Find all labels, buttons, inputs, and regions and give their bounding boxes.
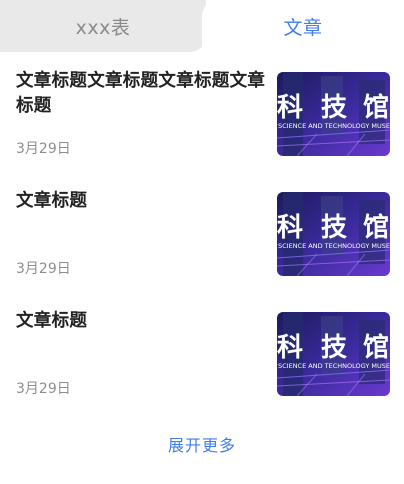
article-item[interactable]: 文章标题 3月29日 科 技 馆 SCIENCE AND TECHNOLOGY … — [0, 172, 404, 277]
thumb-glyph-2: 技 — [321, 333, 347, 363]
app-screen: xxx表 文章 文章标题文章标题文章标题文章标题 3月29日 科 技 馆 SCI… — [0, 0, 404, 484]
article-title: 文章标题 — [16, 191, 88, 211]
article-thumbnail: 科 技 馆 SCIENCE AND TECHNOLOGY MUSEUM — [277, 72, 390, 156]
thumbnail-image: 科 技 馆 SCIENCE AND TECHNOLOGY MUSEUM — [277, 72, 390, 156]
thumb-glyph-1: 科 — [277, 333, 303, 363]
article-title: 文章标题 — [16, 311, 88, 331]
thumb-subtext: SCIENCE AND TECHNOLOGY MUSEUM — [278, 122, 390, 130]
article-item[interactable]: 文章标题文章标题文章标题文章标题 3月29日 科 技 馆 SCIENCE AND… — [0, 52, 404, 157]
tab-bar: xxx表 文章 — [0, 0, 404, 52]
article-date: 3月29日 — [16, 261, 71, 277]
thumbnail-image: 科 技 馆 SCIENCE AND TECHNOLOGY MUSEUM — [277, 192, 390, 276]
thumbnail-image: 科 技 馆 SCIENCE AND TECHNOLOGY MUSEUM — [277, 312, 390, 396]
thumb-glyph-1: 科 — [277, 93, 303, 123]
thumb-glyph-2: 技 — [321, 213, 347, 243]
article-date: 3月29日 — [16, 141, 71, 157]
thumb-glyph-3: 馆 — [363, 212, 389, 243]
tab-xxx-table[interactable]: xxx表 — [0, 0, 206, 52]
thumb-glyph-3: 馆 — [363, 92, 389, 123]
article-title: 文章标题文章标题文章标题文章标题 — [16, 71, 266, 116]
tab-articles[interactable]: 文章 — [202, 0, 404, 52]
expand-more-button[interactable]: 展开更多 — [0, 432, 404, 456]
thumb-glyph-2: 技 — [321, 93, 347, 123]
thumb-subtext: SCIENCE AND TECHNOLOGY MUSEUM — [278, 362, 390, 370]
article-thumbnail: 科 技 馆 SCIENCE AND TECHNOLOGY MUSEUM — [277, 312, 390, 396]
article-item[interactable]: 文章标题 3月29日 科 技 馆 SCIENCE AND TECHNOLOGY … — [0, 292, 404, 397]
thumb-glyph-1: 科 — [277, 213, 303, 243]
article-date: 3月29日 — [16, 381, 71, 397]
thumb-glyph-3: 馆 — [363, 332, 389, 363]
article-thumbnail: 科 技 馆 SCIENCE AND TECHNOLOGY MUSEUM — [277, 192, 390, 276]
thumb-subtext: SCIENCE AND TECHNOLOGY MUSEUM — [278, 242, 390, 250]
